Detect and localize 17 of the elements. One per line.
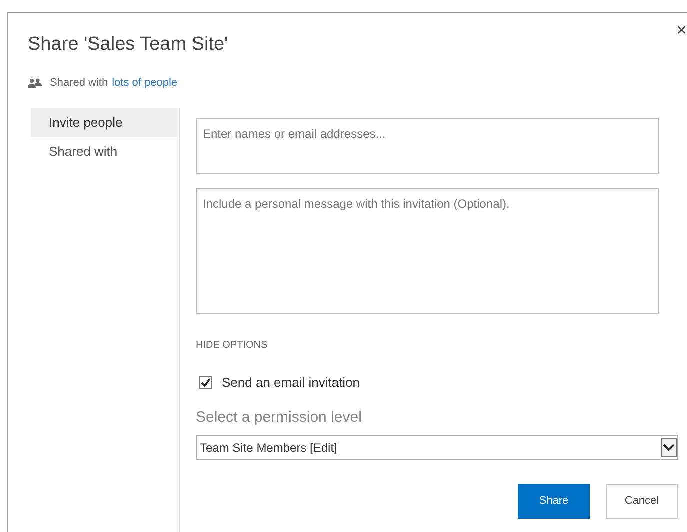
permission-label: Select a permission level [196,408,363,428]
dialog-title: Share 'Sales Team Site' [28,33,228,57]
close-button[interactable]: × [676,21,687,39]
permission-select[interactable]: Team Site Members [Edit] [196,435,678,460]
lots-of-people-link[interactable]: lots of people [112,75,178,92]
sidebar-item[interactable]: Shared with [31,137,177,166]
sidebar-item[interactable]: Invite people [31,108,177,137]
email-checkbox[interactable] [199,376,212,390]
cancel-button[interactable]: Cancel [606,484,678,519]
shared-with-text: Shared with [50,76,108,91]
hide-options-link[interactable]: HIDE OPTIONS [196,338,268,353]
people-icon [28,78,42,89]
email-invitation-label: Send an email invitation [222,374,360,392]
chevron-down-icon [661,438,677,457]
names-input-field[interactable]: Enter names or email addresses... [196,118,659,174]
share-button[interactable]: Share [518,484,590,519]
message-input-field[interactable]: Include a personal message with this invitation (Optional). [196,188,659,314]
